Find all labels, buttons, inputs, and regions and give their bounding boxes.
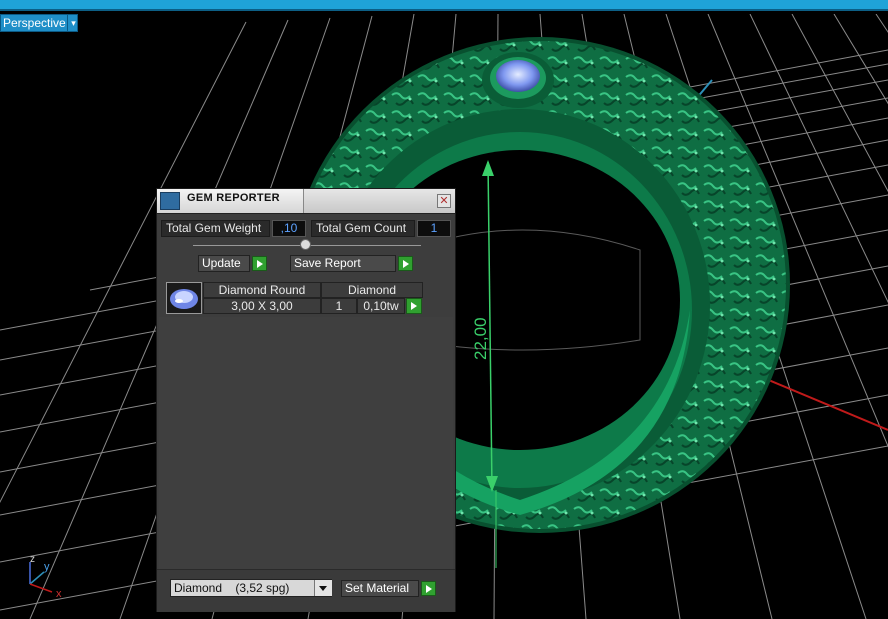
gem-reporter-panel: GEM REPORTER ✕ Total Gem Weight ,10 Tota… [156,188,456,612]
save-report-go-icon[interactable] [398,256,413,271]
material-select[interactable]: Diamond (3,52 spg) [170,579,332,597]
update-button-label: Update [202,256,241,270]
panel-title-bar[interactable]: GEM REPORTER ✕ [157,189,455,214]
close-button[interactable]: ✕ [437,194,451,208]
total-gem-count-value: 1 [417,220,451,237]
axis-z-label: z [30,554,35,565]
total-gem-weight-value: ,10 [272,220,306,237]
update-button[interactable]: Update [198,255,250,272]
splitter-handle[interactable] [300,239,311,250]
panel-title: GEM REPORTER [187,192,280,204]
set-material-go-icon[interactable] [421,581,436,596]
gem-list-area [159,317,453,569]
material-select-value: Diamond (3,52 spg) [174,581,290,595]
axis-x-label: x [56,588,62,600]
axis-gizmo: z y x [29,554,62,600]
update-go-icon[interactable] [252,256,267,271]
set-material-button[interactable]: Set Material [341,580,419,597]
gem-weight-cell: 0,10tw [357,298,405,314]
gem-material-cell: Diamond [321,282,423,298]
total-gem-count-label: Total Gem Count [311,220,415,237]
gem-thumbnail[interactable] [166,282,202,314]
gem-size-cell: 3,00 X 3,00 [203,298,321,314]
dimension-label: 22,00 [471,317,490,360]
chevron-down-icon[interactable] [314,580,332,596]
save-report-button-label: Save Report [294,256,361,270]
close-icon: ✕ [439,195,449,207]
gem-row-go-icon[interactable] [406,298,422,314]
axis-y-label: y [44,561,50,573]
title-strip-line [0,9,888,11]
gem-count-cell: 1 [321,298,357,314]
round-gem-icon [170,289,198,309]
view-mode-arrow-icon[interactable]: ▾ [67,15,79,31]
view-mode-label: Perspective [3,16,66,30]
gem-reporter-icon [160,192,180,210]
gem-shape-cell: Diamond Round [203,282,321,298]
set-material-button-label: Set Material [345,581,410,595]
total-gem-weight-label: Total Gem Weight [161,220,270,237]
panel-title-tab: GEM REPORTER [157,189,304,213]
save-report-button[interactable]: Save Report [290,255,396,272]
title-strip [0,0,888,9]
